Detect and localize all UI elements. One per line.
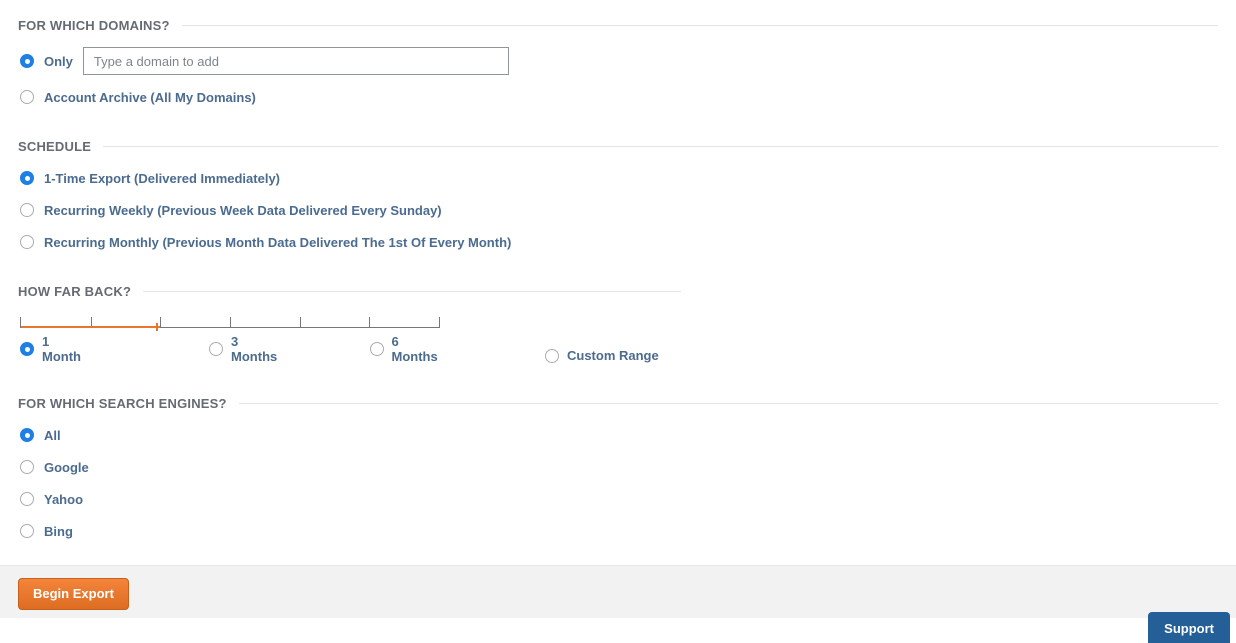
support-tab[interactable]: Support [1148,612,1230,643]
section-header: FOR WHICH DOMAINS? [18,18,1218,33]
section-legend: FOR WHICH DOMAINS? [18,18,170,33]
divider [143,291,681,292]
radio-schedule-onetime[interactable] [20,171,34,185]
begin-export-button[interactable]: Begin Export [18,578,129,610]
tick [230,317,231,327]
radio-engine-yahoo[interactable] [20,492,34,506]
section-legend: SCHEDULE [18,139,91,154]
radio-domains-archive[interactable] [20,90,34,104]
section-header: HOW FAR BACK? [18,284,1218,299]
radio-label-monthly[interactable]: Recurring Monthly (Previous Month Data D… [44,235,511,250]
radio-label-all[interactable]: All [44,428,61,443]
radio-label-1month[interactable]: 1 Month [42,334,84,364]
radio-schedule-weekly[interactable] [20,203,34,217]
radio-label-archive[interactable]: Account Archive (All My Domains) [44,90,256,105]
radio-label-google[interactable]: Google [44,460,89,475]
radio-label-custom[interactable]: Custom Range [567,348,659,363]
section-search-engines: FOR WHICH SEARCH ENGINES? All Google Yah… [18,396,1218,541]
radio-label-weekly[interactable]: Recurring Weekly (Previous Week Data Del… [44,203,442,218]
radio-label-yahoo[interactable]: Yahoo [44,492,83,507]
section-domains: FOR WHICH DOMAINS? Only Account Archive … [18,18,1218,107]
radio-label-only[interactable]: Only [44,54,73,69]
divider [182,25,1218,26]
radio-range-custom[interactable] [545,349,559,363]
section-legend: FOR WHICH SEARCH ENGINES? [18,396,227,411]
slider-handle[interactable] [156,323,158,331]
section-schedule: SCHEDULE 1-Time Export (Delivered Immedi… [18,139,1218,252]
section-header: FOR WHICH SEARCH ENGINES? [18,396,1218,411]
section-legend: HOW FAR BACK? [18,284,131,299]
section-howfarback: HOW FAR BACK? [18,284,1218,364]
radio-range-3months[interactable] [209,342,223,356]
tick [369,317,370,327]
radio-engine-all[interactable] [20,428,34,442]
radio-range-6months[interactable] [370,342,384,356]
divider [103,146,1218,147]
radio-engine-bing[interactable] [20,524,34,538]
domain-input[interactable] [83,47,509,75]
footer-bar: Begin Export [0,565,1236,618]
radio-domains-only[interactable] [20,54,34,68]
range-slider[interactable]: 1 Month 3 Months 6 Months [20,317,440,364]
radio-range-1month[interactable] [20,342,34,356]
radio-label-onetime[interactable]: 1-Time Export (Delivered Immediately) [44,171,280,186]
divider [239,403,1218,404]
slider-fill [21,326,160,328]
radio-label-3months[interactable]: 3 Months [231,334,279,364]
radio-engine-google[interactable] [20,460,34,474]
radio-label-bing[interactable]: Bing [44,524,73,539]
radio-schedule-monthly[interactable] [20,235,34,249]
tick [300,317,301,327]
radio-label-6months[interactable]: 6 Months [392,334,440,364]
slider-ticks [20,317,440,328]
tick [160,317,161,327]
section-header: SCHEDULE [18,139,1218,154]
